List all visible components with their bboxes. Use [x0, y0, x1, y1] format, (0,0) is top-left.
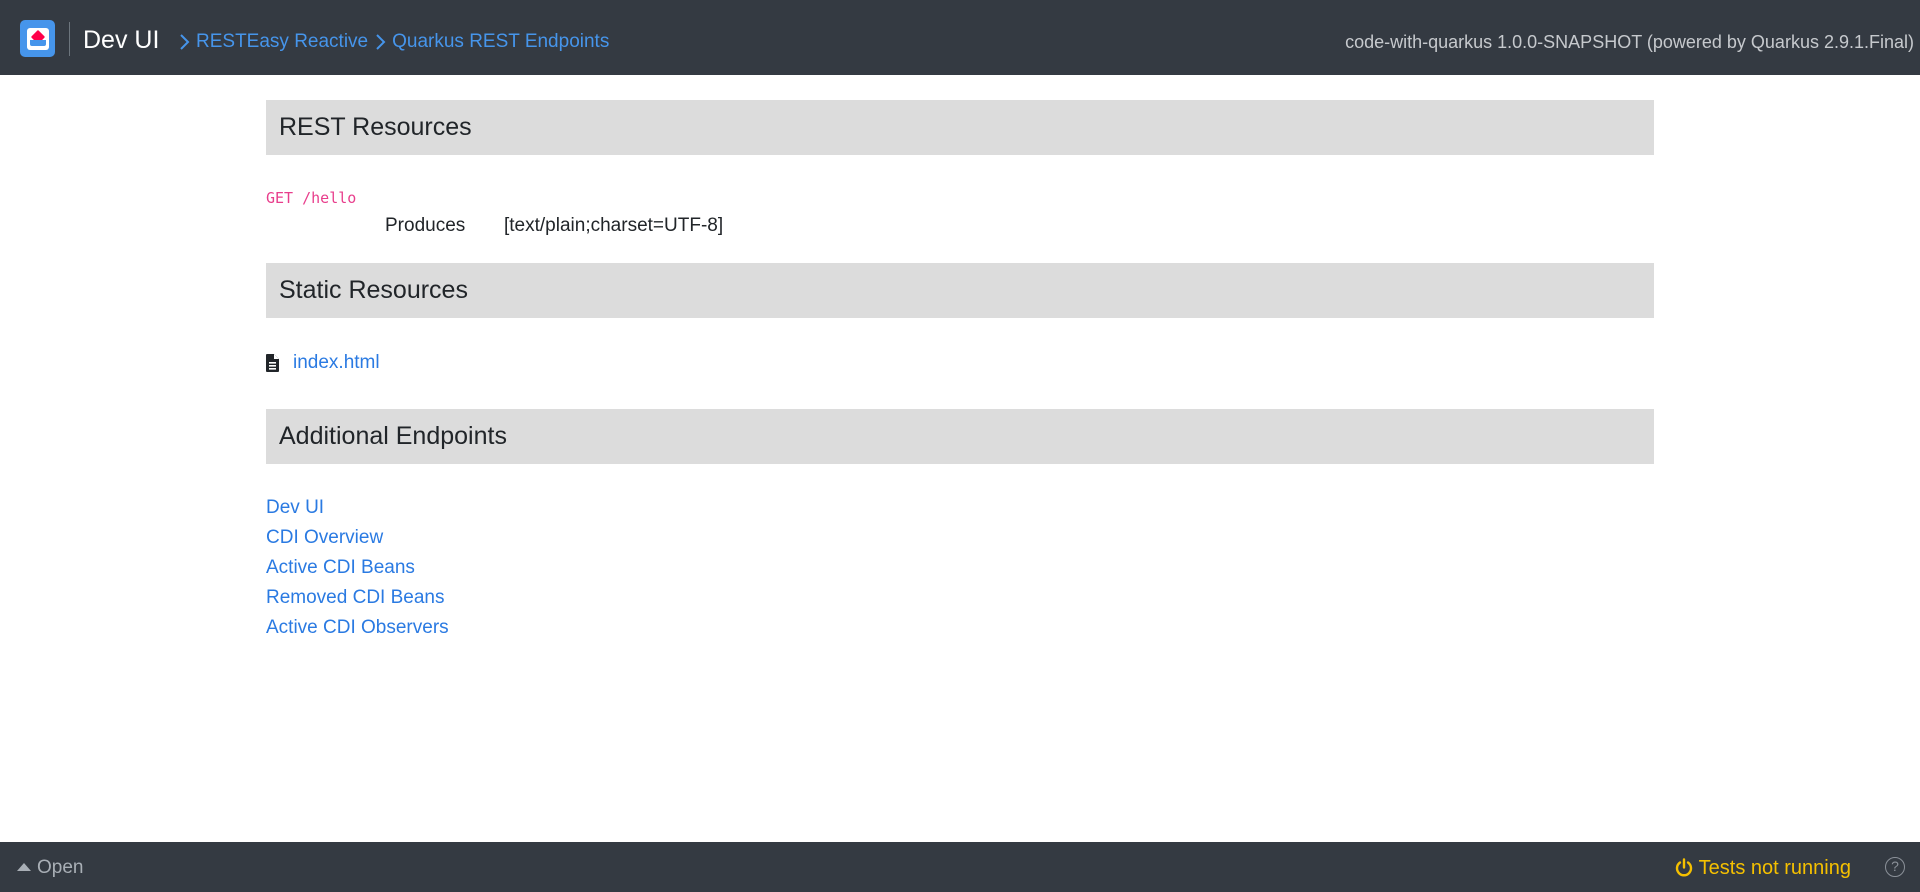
- link-active-cdi-beans[interactable]: Active CDI Beans: [266, 557, 415, 578]
- section-header-rest-resources: REST Resources: [266, 100, 1654, 155]
- list-item: Active CDI Beans: [266, 554, 1654, 584]
- produces-label: Produces: [385, 215, 466, 236]
- main-content: REST Resources GET /hello Produces [text…: [266, 100, 1654, 660]
- open-label: Open: [37, 857, 84, 878]
- version-info: code-with-quarkus 1.0.0-SNAPSHOT (powere…: [1345, 32, 1914, 52]
- link-active-cdi-observers[interactable]: Active CDI Observers: [266, 617, 449, 638]
- link-dev-ui[interactable]: Dev UI: [266, 497, 324, 518]
- list-item: Active CDI Observers: [266, 614, 1654, 644]
- list-item: CDI Overview: [266, 524, 1654, 554]
- breadcrumb-item-resteasy-reactive[interactable]: RESTEasy Reactive: [178, 30, 368, 54]
- breadcrumb-label: RESTEasy Reactive: [196, 31, 369, 52]
- list-item: Dev UI: [266, 494, 1654, 524]
- caret-up-icon: [17, 862, 31, 871]
- quarkus-logo-icon[interactable]: [20, 20, 55, 57]
- footer-bar: Open Tests not running ?: [0, 842, 1920, 892]
- chevron-right-icon: [374, 30, 388, 54]
- breadcrumb: RESTEasy Reactive Quarkus REST Endpoints: [178, 30, 609, 54]
- endpoint-path: GET /hello: [266, 189, 357, 207]
- static-file-link[interactable]: index.html: [293, 351, 380, 375]
- section-header-static-resources: Static Resources: [266, 263, 1654, 318]
- breadcrumb-label: Quarkus REST Endpoints: [392, 31, 610, 52]
- additional-endpoints-list: Dev UI CDI Overview Active CDI Beans Rem…: [266, 494, 1654, 644]
- link-cdi-overview[interactable]: CDI Overview: [266, 527, 383, 548]
- static-resource-item: index.html: [266, 350, 1654, 376]
- tests-status-label: Tests not running: [1698, 857, 1851, 879]
- breadcrumb-item-quarkus-rest-endpoints[interactable]: Quarkus REST Endpoints: [374, 30, 609, 54]
- tests-status-button[interactable]: Tests not running: [1674, 856, 1851, 880]
- link-removed-cdi-beans[interactable]: Removed CDI Beans: [266, 587, 444, 608]
- power-icon: [1674, 858, 1694, 878]
- file-text-icon: [266, 354, 279, 372]
- open-console-button[interactable]: Open: [17, 856, 83, 880]
- app-title[interactable]: Dev UI: [83, 25, 159, 55]
- list-item: Removed CDI Beans: [266, 584, 1654, 614]
- header-divider: [69, 22, 70, 56]
- produces-row: Produces [text/plain;charset=UTF-8]: [266, 214, 1654, 238]
- top-navbar: Dev UI RESTEasy Reactive Quarkus REST En…: [0, 0, 1920, 75]
- section-header-additional-endpoints: Additional Endpoints: [266, 409, 1654, 464]
- produces-value: [text/plain;charset=UTF-8]: [504, 215, 724, 236]
- help-icon[interactable]: ?: [1885, 857, 1905, 877]
- chevron-right-icon: [178, 30, 192, 54]
